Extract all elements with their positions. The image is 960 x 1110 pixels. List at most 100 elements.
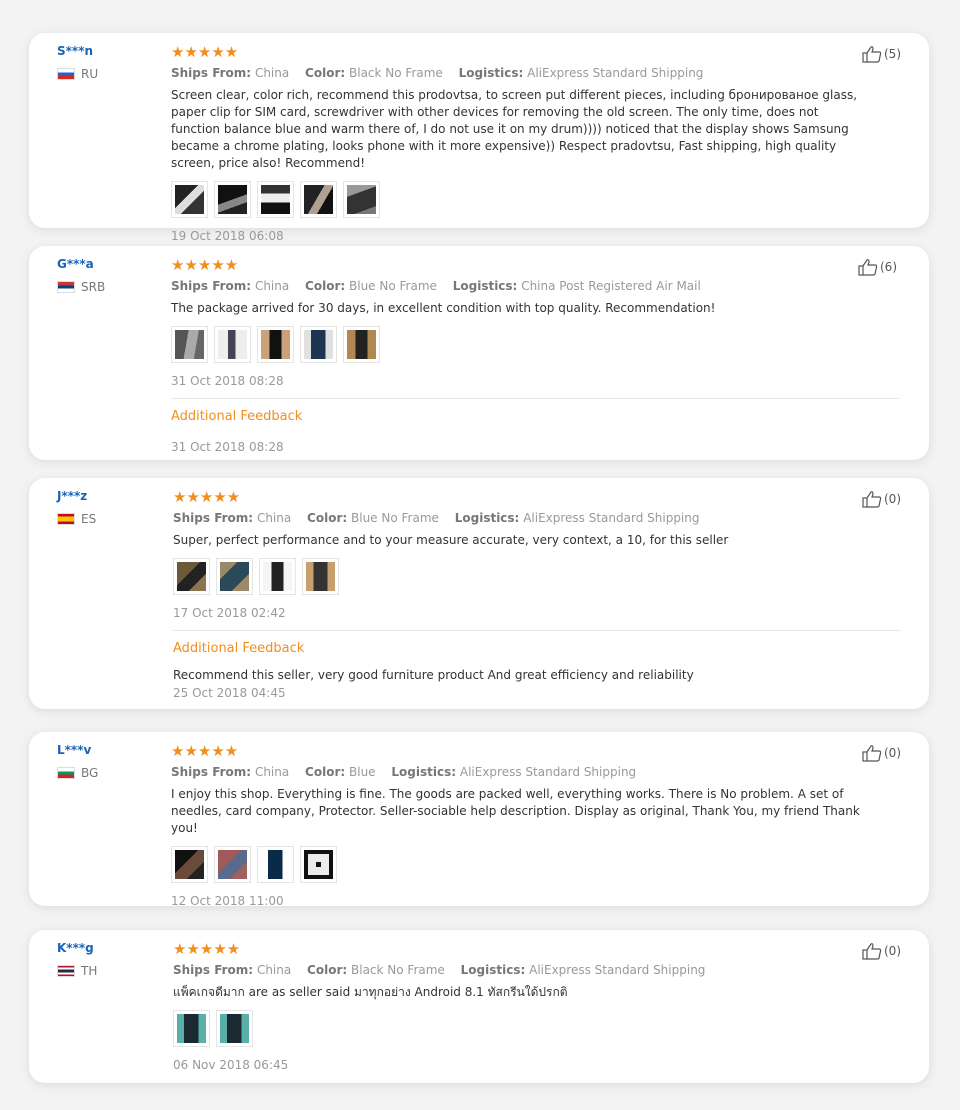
review-card: S***n RU ★★★★★ Ships From: China Color: … bbox=[29, 33, 929, 243]
review-text: Super, perfect performance and to your m… bbox=[173, 533, 729, 547]
order-meta: Ships From: China Color: Black No Frame … bbox=[173, 962, 873, 978]
review-photo-thumbnail[interactable] bbox=[214, 846, 251, 883]
helpful-button[interactable]: (0) bbox=[862, 744, 901, 762]
review-photo-thumbnail[interactable] bbox=[343, 326, 380, 363]
review-date: 06 Nov 2018 06:45 bbox=[173, 1058, 289, 1072]
review-photo-thumbnail[interactable] bbox=[257, 326, 294, 363]
review-photos bbox=[173, 558, 873, 595]
flag-srb-icon bbox=[57, 281, 75, 293]
country-code: TH bbox=[81, 964, 98, 978]
reviewer-info: J***z ES bbox=[57, 488, 167, 526]
helpful-button[interactable]: (6) bbox=[858, 258, 897, 276]
ships-from-label: Ships From: bbox=[173, 963, 254, 977]
ships-from-value: China bbox=[254, 279, 290, 293]
review-card: J***z ES ★★★★★ Ships From: China Color: … bbox=[29, 478, 929, 709]
helpful-count: (5) bbox=[884, 47, 901, 61]
thumbs-up-icon bbox=[862, 491, 882, 508]
color-value: Black No Frame bbox=[351, 963, 445, 977]
review-card: L***v BG ★★★★★ Ships From: China Color: … bbox=[29, 732, 929, 909]
order-meta: Ships From: China Color: Blue No Frame L… bbox=[173, 510, 873, 526]
star-rating: ★★★★★ bbox=[171, 256, 239, 274]
review-date: 31 Oct 2018 08:28 bbox=[171, 374, 284, 388]
review-body: ★★★★★ Ships From: China Color: Blue No F… bbox=[173, 488, 901, 701]
review-photo-thumbnail[interactable] bbox=[300, 181, 337, 218]
review-photo-thumbnail[interactable] bbox=[214, 181, 251, 218]
ships-from-label: Ships From: bbox=[171, 279, 252, 293]
feedback-divider bbox=[171, 398, 899, 399]
helpful-count: (0) bbox=[884, 746, 901, 760]
order-meta: Ships From: China Color: Blue Logistics:… bbox=[171, 764, 871, 780]
review-photo-thumbnail[interactable] bbox=[257, 181, 294, 218]
review-card: K***g TH ★★★★★ Ships From: China Color: … bbox=[29, 930, 929, 1083]
color-value: Blue No Frame bbox=[349, 279, 437, 293]
star-rating: ★★★★★ bbox=[173, 940, 241, 958]
review-photo-thumbnail[interactable] bbox=[257, 846, 294, 883]
logistics-label: Logistics: bbox=[458, 66, 524, 80]
reviewer-info: L***v BG bbox=[57, 742, 167, 780]
review-photo-thumbnail[interactable] bbox=[216, 558, 253, 595]
helpful-button[interactable]: (0) bbox=[862, 490, 901, 508]
review-photo-thumbnail[interactable] bbox=[343, 181, 380, 218]
review-text: แพ็คเกจดีมาก are as seller said มาทุกอย่… bbox=[173, 985, 568, 999]
color-label: Color: bbox=[305, 66, 346, 80]
helpful-button[interactable]: (0) bbox=[862, 942, 901, 960]
ships-from-value: China bbox=[254, 66, 290, 80]
order-meta: Ships From: China Color: Blue No Frame L… bbox=[171, 278, 871, 294]
flag-bg-icon bbox=[57, 767, 75, 779]
helpful-count: (0) bbox=[884, 492, 901, 506]
review-photo-thumbnail[interactable] bbox=[173, 558, 210, 595]
reviewer-info: G***a SRB bbox=[57, 256, 167, 294]
thumbs-up-icon bbox=[862, 943, 882, 960]
reviewer-name: K***g bbox=[57, 941, 94, 955]
logistics-label: Logistics: bbox=[454, 511, 520, 525]
review-body: ★★★★★ Ships From: China Color: Blue Logi… bbox=[171, 742, 871, 909]
thumbs-up-icon bbox=[858, 259, 878, 276]
review-photo-thumbnail[interactable] bbox=[259, 558, 296, 595]
review-photo-thumbnail[interactable] bbox=[173, 1010, 210, 1047]
logistics-value: AliExpress Standard Shipping bbox=[459, 765, 637, 779]
reviewer-country: BG bbox=[57, 766, 167, 780]
helpful-count: (6) bbox=[880, 260, 897, 274]
review-photo-thumbnail[interactable] bbox=[302, 558, 339, 595]
flag-ru-icon bbox=[57, 68, 75, 80]
country-code: BG bbox=[81, 766, 99, 780]
review-text: I enjoy this shop. Everything is fine. T… bbox=[171, 787, 860, 835]
logistics-label: Logistics: bbox=[391, 765, 457, 779]
review-photo-thumbnail[interactable] bbox=[214, 326, 251, 363]
helpful-count: (0) bbox=[884, 944, 901, 958]
star-rating: ★★★★★ bbox=[173, 488, 241, 506]
logistics-value: AliExpress Standard Shipping bbox=[523, 511, 700, 525]
ships-from-label: Ships From: bbox=[171, 66, 252, 80]
review-photos bbox=[171, 181, 871, 218]
reviewer-name: J***z bbox=[57, 489, 88, 503]
feedback-date: 25 Oct 2018 04:45 bbox=[173, 686, 286, 700]
thumbs-up-icon bbox=[862, 46, 882, 63]
review-photos bbox=[171, 326, 871, 363]
review-photo-thumbnail[interactable] bbox=[171, 846, 208, 883]
ships-from-value: China bbox=[254, 765, 290, 779]
review-photo-thumbnail[interactable] bbox=[300, 846, 337, 883]
review-photos bbox=[173, 1010, 873, 1047]
logistics-value: AliExpress Standard Shipping bbox=[529, 963, 706, 977]
reviewer-country: RU bbox=[57, 67, 167, 81]
color-value: Blue No Frame bbox=[351, 511, 439, 525]
ships-from-label: Ships From: bbox=[173, 511, 254, 525]
review-photo-thumbnail[interactable] bbox=[300, 326, 337, 363]
color-label: Color: bbox=[307, 511, 348, 525]
ships-from-value: China bbox=[256, 511, 292, 525]
review-date: 17 Oct 2018 02:42 bbox=[173, 606, 286, 620]
reviewer-name: L***v bbox=[57, 743, 92, 757]
feedback-divider bbox=[173, 630, 901, 631]
country-code: ES bbox=[81, 512, 97, 526]
review-body: ★★★★★ Ships From: China Color: Black No … bbox=[171, 43, 871, 244]
helpful-button[interactable]: (5) bbox=[862, 45, 901, 63]
review-photo-thumbnail[interactable] bbox=[171, 326, 208, 363]
color-label: Color: bbox=[307, 963, 348, 977]
review-text: The package arrived for 30 days, in exce… bbox=[171, 301, 716, 315]
ships-from-label: Ships From: bbox=[171, 765, 252, 779]
reviews-list: S***n RU ★★★★★ Ships From: China Color: … bbox=[0, 0, 960, 1110]
review-photo-thumbnail[interactable] bbox=[216, 1010, 253, 1047]
review-photo-thumbnail[interactable] bbox=[171, 181, 208, 218]
star-rating: ★★★★★ bbox=[171, 43, 239, 61]
review-body: ★★★★★ Ships From: China Color: Black No … bbox=[173, 940, 873, 1073]
